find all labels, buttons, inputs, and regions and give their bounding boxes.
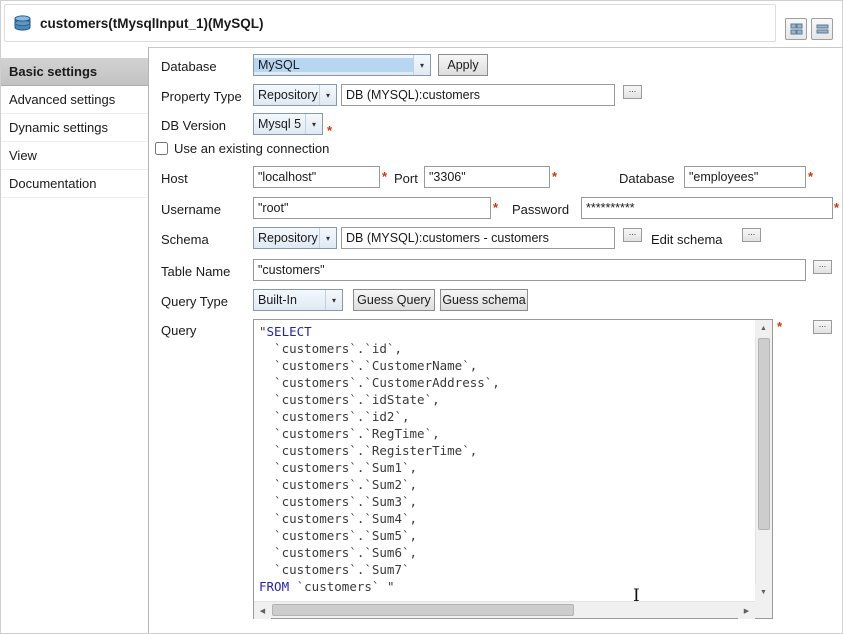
- database-label: Database: [161, 59, 217, 74]
- scroll-right-icon[interactable]: ▶: [738, 602, 755, 619]
- required-asterisk: *: [808, 169, 813, 184]
- property-type-combo-value: Repository: [254, 88, 319, 102]
- chevron-down-icon: ▾: [325, 290, 342, 310]
- scroll-left-icon[interactable]: ◀: [254, 602, 271, 619]
- header: customers(tMysqlInput_1)(MySQL): [1, 1, 842, 48]
- title-box: customers(tMysqlInput_1)(MySQL): [4, 4, 776, 42]
- existing-connection-checkbox[interactable]: [155, 142, 168, 155]
- password-field[interactable]: [581, 197, 833, 219]
- vertical-scrollbar[interactable]: ▲ ▼: [755, 320, 772, 601]
- edit-schema-button[interactable]: ...: [742, 228, 761, 242]
- sidebar-item-label: View: [9, 148, 37, 163]
- property-repository-field[interactable]: [341, 84, 615, 106]
- query-label: Query: [161, 323, 196, 338]
- chevron-down-icon: ▾: [319, 228, 336, 248]
- scroll-up-icon[interactable]: ▲: [755, 320, 772, 337]
- property-repository-more-button[interactable]: ...: [623, 85, 642, 99]
- database-combo[interactable]: MySQL ▾: [253, 54, 431, 76]
- horizontal-scrollbar-thumb[interactable]: [272, 604, 574, 616]
- db-version-combo-value: Mysql 5: [254, 117, 305, 131]
- required-asterisk: *: [382, 169, 387, 184]
- schema-repository-field[interactable]: [341, 227, 615, 249]
- schema-combo-value: Repository: [254, 231, 319, 245]
- query-type-label: Query Type: [161, 294, 228, 309]
- host-label: Host: [161, 171, 188, 186]
- sidebar-item-label: Advanced settings: [9, 92, 115, 107]
- query-editor-content[interactable]: "SELECT `customers`.`id`, `customers`.`C…: [259, 323, 753, 599]
- query-type-combo-value: Built-In: [254, 293, 325, 307]
- port-field[interactable]: [424, 166, 550, 188]
- grid-layout-button[interactable]: [785, 18, 807, 40]
- username-label: Username: [161, 202, 221, 217]
- schema-combo[interactable]: Repository ▾: [253, 227, 337, 249]
- database-name-field[interactable]: [684, 166, 806, 188]
- sidebar-item-label: Basic settings: [9, 64, 97, 79]
- database2-label: Database: [619, 171, 675, 186]
- horizontal-scrollbar[interactable]: ◀ ▶: [254, 601, 755, 618]
- db-version-combo[interactable]: Mysql 5 ▾: [253, 113, 323, 135]
- required-asterisk: *: [327, 123, 332, 138]
- table-name-field[interactable]: [253, 259, 806, 281]
- edit-schema-label: Edit schema: [651, 232, 723, 247]
- chevron-down-icon: ▾: [413, 55, 430, 75]
- database-icon: [13, 15, 32, 32]
- existing-connection-label: Use an existing connection: [174, 141, 329, 156]
- sidebar-item-advanced-settings[interactable]: Advanced settings: [1, 86, 148, 114]
- guess-schema-button[interactable]: Guess schema: [440, 289, 528, 311]
- scroll-down-icon[interactable]: ▼: [755, 584, 772, 601]
- sidebar-item-basic-settings[interactable]: Basic settings: [1, 58, 148, 86]
- host-field[interactable]: [253, 166, 380, 188]
- rows-icon: [816, 23, 829, 35]
- sidebar-item-documentation[interactable]: Documentation: [1, 170, 148, 198]
- chevron-down-icon: ▾: [305, 114, 322, 134]
- database-combo-value: MySQL: [254, 58, 413, 72]
- property-type-combo[interactable]: Repository ▾: [253, 84, 337, 106]
- required-asterisk: *: [834, 200, 839, 215]
- port-label: Port: [394, 171, 418, 186]
- sidebar-item-dynamic-settings[interactable]: Dynamic settings: [1, 114, 148, 142]
- settings-sidebar: Basic settings Advanced settings Dynamic…: [1, 47, 149, 633]
- sidebar-item-label: Documentation: [9, 176, 96, 191]
- component-settings-panel: customers(tMysqlInput_1)(MySQL): [0, 0, 843, 634]
- query-editor[interactable]: "SELECT `customers`.`id`, `customers`.`C…: [253, 319, 773, 619]
- page-title: customers(tMysqlInput_1)(MySQL): [40, 16, 264, 31]
- guess-query-button[interactable]: Guess Query: [353, 289, 435, 311]
- schema-more-button[interactable]: ...: [623, 228, 642, 242]
- required-asterisk: *: [777, 319, 782, 334]
- text-cursor: I: [633, 586, 640, 606]
- username-field[interactable]: [253, 197, 491, 219]
- vertical-scrollbar-thumb[interactable]: [758, 338, 770, 530]
- required-asterisk: *: [552, 169, 557, 184]
- schema-label: Schema: [161, 232, 209, 247]
- query-more-button[interactable]: ...: [813, 320, 832, 334]
- table-name-label: Table Name: [161, 264, 230, 279]
- grid-icon: [790, 23, 803, 35]
- chevron-down-icon: ▾: [319, 85, 336, 105]
- property-type-label: Property Type: [161, 89, 242, 104]
- db-version-label: DB Version: [161, 118, 226, 133]
- apply-button[interactable]: Apply: [438, 54, 488, 76]
- scrollbar-corner: [755, 601, 772, 618]
- sidebar-item-view[interactable]: View: [1, 142, 148, 170]
- password-label: Password: [512, 202, 569, 217]
- list-layout-button[interactable]: [811, 18, 833, 40]
- sidebar-item-label: Dynamic settings: [9, 120, 108, 135]
- table-name-more-button[interactable]: ...: [813, 260, 832, 274]
- required-asterisk: *: [493, 200, 498, 215]
- query-type-combo[interactable]: Built-In ▾: [253, 289, 343, 311]
